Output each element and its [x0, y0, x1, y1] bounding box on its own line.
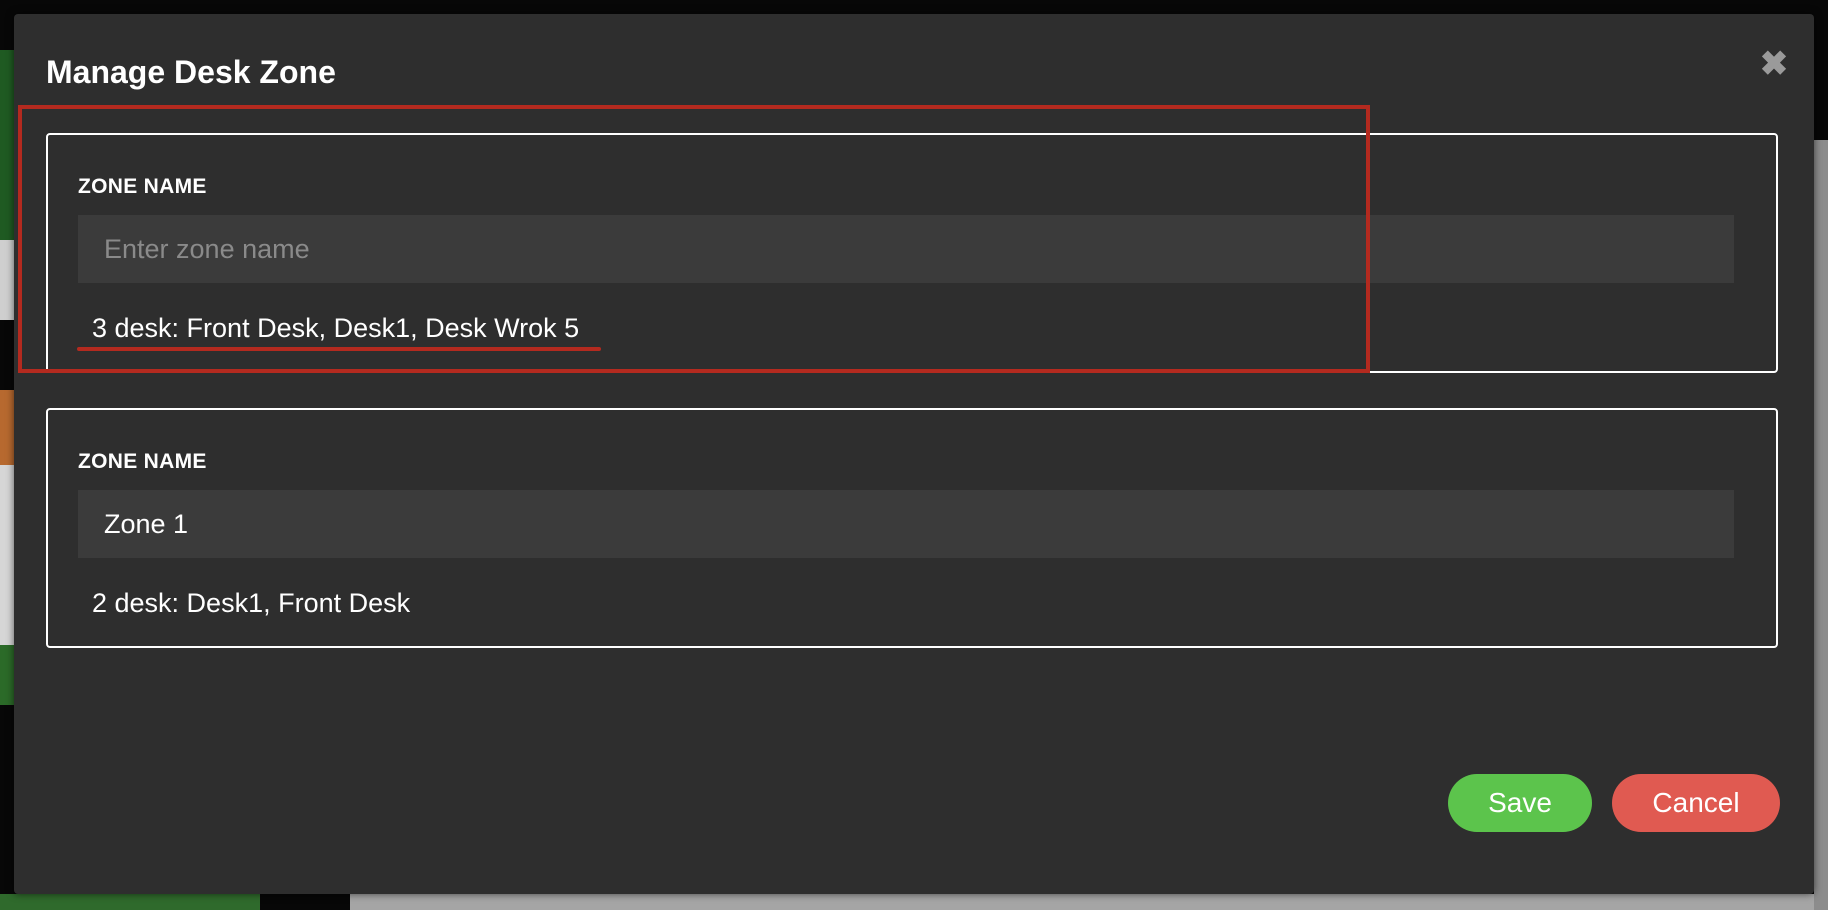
zone-name-label: ZONE NAME: [78, 450, 207, 473]
close-icon[interactable]: ✖: [1754, 44, 1794, 84]
background-bottom-image: [350, 894, 1814, 910]
cancel-button[interactable]: Cancel: [1612, 774, 1780, 832]
manage-desk-zone-modal: Manage Desk Zone ✖ ZONE NAME 3 desk: Fro…: [14, 14, 1814, 894]
zone-card: ZONE NAME 2 desk: Desk1, Front Desk: [46, 408, 1778, 648]
zone-name-input[interactable]: [78, 215, 1734, 283]
background-orange-panel: [0, 390, 14, 465]
background-gray-panel: [0, 240, 14, 320]
background-green-panel: [0, 50, 14, 240]
zone-desk-list: 2 desk: Desk1, Front Desk: [92, 588, 411, 618]
background-right-image: [1814, 140, 1828, 910]
zone-name-label: ZONE NAME: [78, 175, 207, 198]
zone-name-input[interactable]: [78, 490, 1734, 558]
background-bottom-green: [0, 894, 260, 910]
background-light-panel: [0, 465, 14, 645]
save-button[interactable]: Save: [1448, 774, 1592, 832]
zone-desk-list: 3 desk: Front Desk, Desk1, Desk Wrok 5: [92, 313, 580, 343]
zone-card: ZONE NAME 3 desk: Front Desk, Desk1, Des…: [46, 133, 1778, 373]
modal-title: Manage Desk Zone: [46, 54, 336, 90]
background-green-bottom: [0, 645, 14, 705]
annotation-underline: [77, 347, 601, 351]
